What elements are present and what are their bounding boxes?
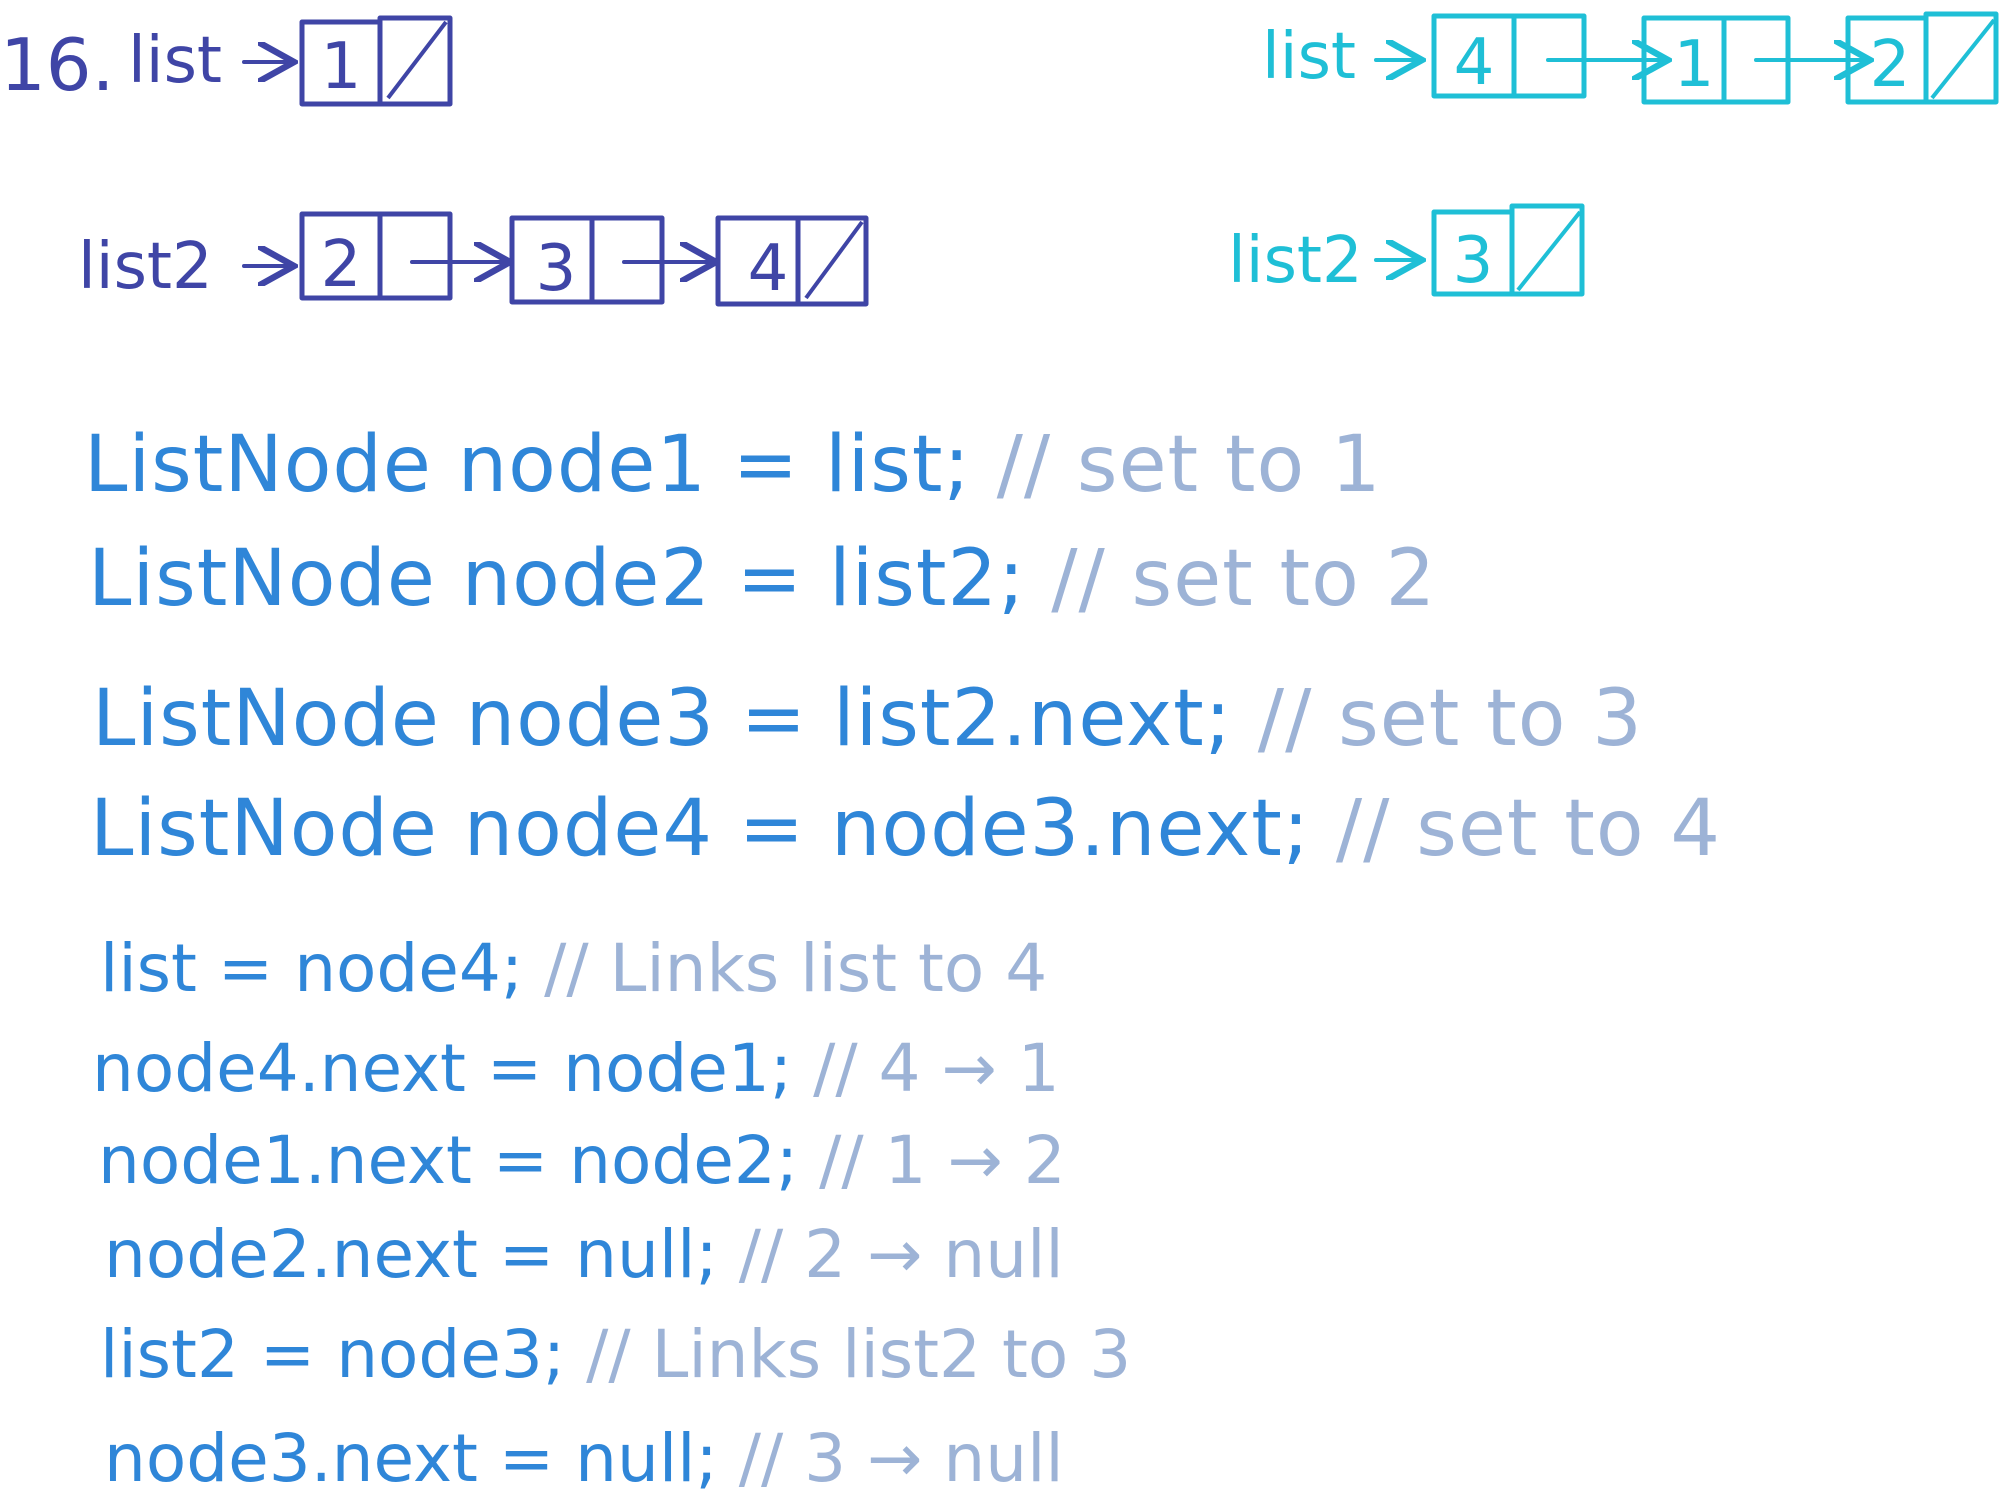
code-text: ListNode node3 = list2.next;	[92, 674, 1232, 764]
before-list-node-1: 1	[299, 15, 453, 107]
code-text: list = node4;	[100, 930, 524, 1007]
null-slash	[1516, 210, 1582, 292]
code-comment: // 4 → 1	[813, 1030, 1060, 1107]
null-slash	[386, 20, 448, 100]
code-text: node1.next = node2;	[98, 1122, 799, 1199]
null-slash	[1930, 18, 1996, 100]
code-line-5: list = node4; // Links list to 4	[100, 930, 1047, 1007]
code-comment: // 2 → null	[738, 1216, 1064, 1293]
after-list2-node-value: 3	[1453, 224, 1494, 298]
code-line-10: node3.next = null; // 3 → null	[104, 1420, 1064, 1497]
code-text: list2 = node3;	[100, 1316, 566, 1393]
before-list2-label: list2	[78, 230, 213, 304]
code-text: node4.next = node1;	[92, 1030, 793, 1107]
code-comment: // set to 4	[1335, 784, 1721, 874]
code-line-2: ListNode node2 = list2; // set to 2	[88, 534, 1436, 624]
code-comment: // set to 1	[996, 420, 1382, 510]
code-line-1: ListNode node1 = list; // set to 1	[84, 420, 1382, 510]
code-comment: // 3 → null	[738, 1420, 1064, 1497]
after-list-node-value: 1	[1674, 28, 1715, 102]
before-list2-node-value: 3	[536, 232, 577, 306]
before-list2-node-value: 4	[748, 232, 789, 306]
code-line-9: list2 = node3; // Links list2 to 3	[100, 1316, 1131, 1393]
after-list2-label: list2	[1228, 224, 1363, 298]
code-line-8: node2.next = null; // 2 → null	[104, 1216, 1064, 1293]
problem-number: 16.	[0, 23, 115, 107]
code-text: node2.next = null;	[104, 1216, 718, 1293]
after-list-node-2: 2	[1845, 11, 1999, 105]
after-list2-node-3: 3	[1431, 203, 1585, 298]
before-list-node-value: 1	[321, 30, 362, 104]
code-line-3: ListNode node3 = list2.next; // set to 3	[92, 674, 1643, 764]
code-line-6: node4.next = node1; // 4 → 1	[92, 1030, 1060, 1107]
code-text: node3.next = null;	[104, 1420, 718, 1497]
code-text: ListNode node1 = list;	[84, 420, 971, 510]
before-list2-node-2: 2	[299, 211, 453, 302]
code-line-7: node1.next = node2; // 1 → 2	[98, 1122, 1066, 1199]
code-comment: // set to 2	[1051, 534, 1437, 624]
code-comment: // 1 → 2	[819, 1122, 1066, 1199]
code-text: ListNode node2 = list2;	[88, 534, 1026, 624]
after-list-node-value: 4	[1454, 26, 1495, 100]
code-text: ListNode node4 = node3.next;	[90, 784, 1311, 874]
code-comment: // set to 3	[1257, 674, 1643, 764]
code-comment: // Links list2 to 3	[586, 1316, 1132, 1393]
null-slash	[804, 220, 864, 300]
after-list-label: list	[1262, 20, 1356, 94]
before-list2-node-value: 2	[321, 228, 362, 302]
after-list-node-value: 2	[1870, 28, 1911, 102]
code-comment: // Links list to 4	[544, 930, 1048, 1007]
code-line-4: ListNode node4 = node3.next; // set to 4	[90, 784, 1721, 874]
before-list2-node-4: 4	[715, 215, 869, 307]
before-list-label: list	[128, 24, 222, 98]
